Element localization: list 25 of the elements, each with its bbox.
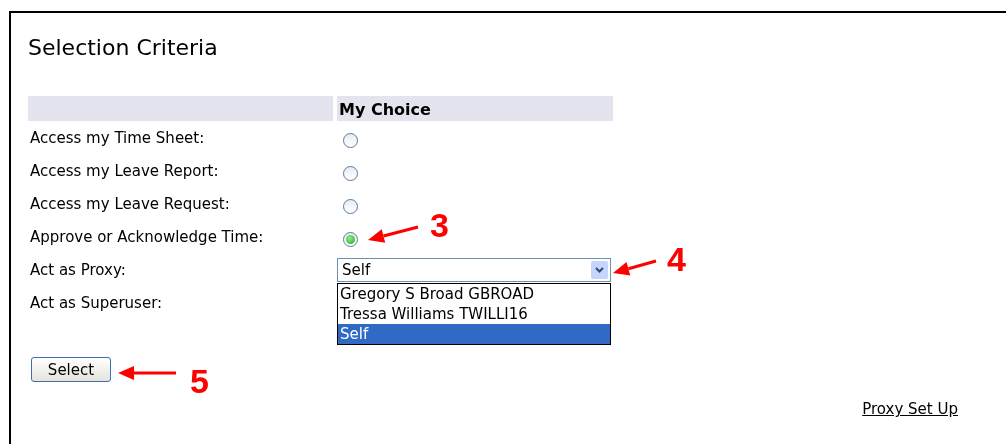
page-title: Selection Criteria	[28, 35, 219, 62]
row-label: Access my Time Sheet:	[30, 128, 205, 147]
dropdown-option[interactable]: Gregory S Broad GBROAD	[338, 284, 610, 304]
proxy-setup-link[interactable]: Proxy Set Up	[862, 400, 958, 418]
callout-number: 3	[430, 208, 449, 242]
row-label: Act as Superuser:	[30, 293, 163, 312]
proxy-dropdown[interactable]: Self	[337, 257, 611, 282]
callout-number: 4	[667, 242, 686, 276]
select-button[interactable]: Select	[31, 357, 111, 382]
radio-button[interactable]	[343, 231, 358, 247]
callout-number: 5	[190, 364, 209, 398]
arrow	[118, 366, 176, 380]
caret-icon[interactable]	[591, 260, 608, 279]
radio-button[interactable]	[343, 165, 358, 181]
radio-button[interactable]	[343, 198, 358, 214]
arrow	[368, 225, 419, 243]
row-label: Act as Proxy:	[30, 260, 126, 279]
arrow	[613, 259, 657, 276]
dropdown-option[interactable]: Tressa Williams TWILLI16	[338, 304, 610, 324]
radio-button[interactable]	[343, 132, 358, 148]
dropdown-option[interactable]: Self	[338, 324, 610, 344]
row-label: Access my Leave Report:	[30, 161, 219, 180]
row-label: Approve or Acknowledge Time:	[30, 227, 264, 246]
row-label: Access my Leave Request:	[30, 194, 230, 213]
column-header: My Choice	[337, 96, 613, 121]
